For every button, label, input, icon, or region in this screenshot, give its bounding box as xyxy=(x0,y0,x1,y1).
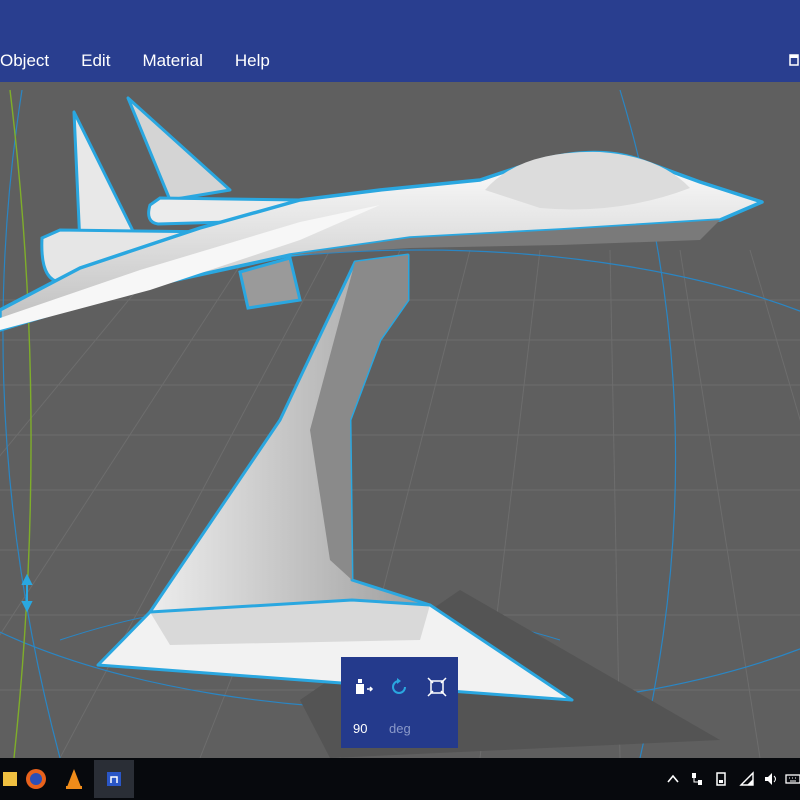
taskbar-firefox[interactable] xyxy=(16,760,56,798)
tray-network[interactable] xyxy=(688,770,706,788)
rotation-angle-unit: deg xyxy=(389,721,411,736)
menu-object[interactable]: Object xyxy=(0,40,65,82)
tray-wifi[interactable] xyxy=(738,770,756,788)
network-icon xyxy=(692,773,702,785)
menu-help[interactable]: Help xyxy=(219,40,286,82)
menu-bar: Object Edit Material Help xyxy=(0,40,800,82)
tail-fin-right[interactable] xyxy=(126,96,232,202)
tray-volume[interactable] xyxy=(762,770,780,788)
rotate-icon xyxy=(392,678,406,694)
rotate-button[interactable] xyxy=(385,673,413,701)
menu-material[interactable]: Material xyxy=(126,40,218,82)
3d-builder-icon xyxy=(107,772,121,786)
tray-chevron[interactable] xyxy=(664,770,682,788)
storage-icon xyxy=(716,772,726,786)
tray-storage[interactable] xyxy=(712,770,730,788)
taskbar-3d-builder[interactable] xyxy=(94,760,134,798)
wifi-icon xyxy=(739,771,754,786)
rotate-panel: 90 deg xyxy=(341,657,458,748)
vlc-icon xyxy=(66,769,82,789)
object-panel-icon[interactable] xyxy=(788,50,800,70)
drop-to-floor-button[interactable] xyxy=(349,673,377,701)
chevron-up-icon xyxy=(667,774,679,783)
taskbar-vlc[interactable] xyxy=(54,760,94,798)
title-bar xyxy=(0,0,800,40)
scale-button[interactable] xyxy=(423,673,451,701)
tray-keyboard[interactable] xyxy=(784,770,800,788)
volume-icon xyxy=(765,773,776,785)
tail-fin-left[interactable] xyxy=(72,110,137,247)
menu-edit[interactable]: Edit xyxy=(65,40,126,82)
rotation-angle-value[interactable]: 90 xyxy=(353,721,383,736)
firefox-icon xyxy=(26,769,46,789)
taskbar xyxy=(0,758,800,800)
scale-icon xyxy=(427,677,447,697)
keyboard-icon xyxy=(785,774,800,784)
drop-to-floor-icon xyxy=(356,679,374,694)
